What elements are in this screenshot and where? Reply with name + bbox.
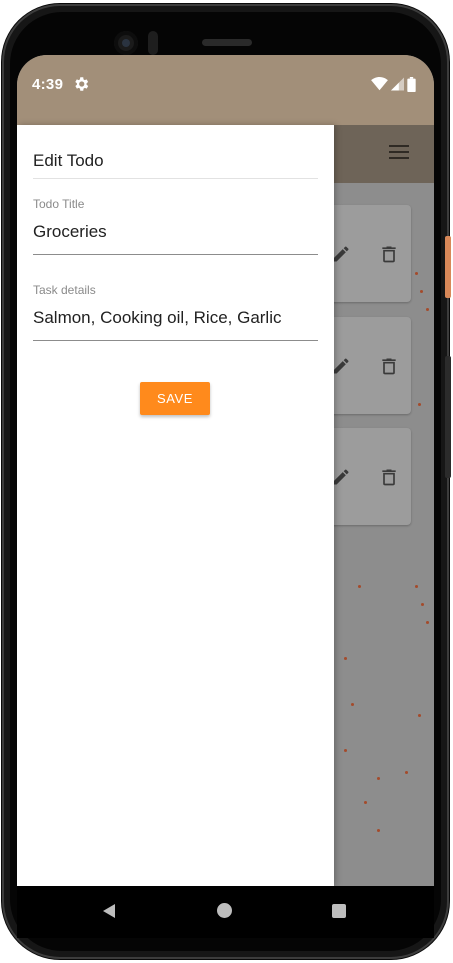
gear-icon — [75, 77, 89, 91]
background-speckle — [405, 771, 408, 774]
sensor — [148, 31, 158, 55]
home-icon[interactable] — [217, 903, 232, 918]
todo-title-label: Todo Title — [33, 197, 85, 211]
background-speckle — [415, 585, 418, 588]
background-speckle — [358, 585, 361, 588]
edit-icon[interactable] — [331, 355, 351, 377]
todo-title-underline — [33, 254, 318, 255]
background-speckle — [344, 657, 347, 660]
background-speckle — [377, 777, 380, 780]
front-camera — [114, 31, 138, 55]
background-speckle — [377, 829, 380, 832]
screen: 4:39 Edit Todo Todo Title Groceries Task… — [17, 55, 434, 886]
delete-icon[interactable] — [379, 243, 399, 265]
task-details-input[interactable]: Salmon, Cooking oil, Rice, Garlic — [33, 308, 281, 328]
edit-icon[interactable] — [331, 243, 351, 265]
recents-icon[interactable] — [332, 904, 346, 918]
background-speckle — [418, 714, 421, 717]
background-speckle — [351, 703, 354, 706]
status-bar: 4:39 — [17, 55, 434, 125]
menu-icon[interactable] — [389, 145, 409, 161]
background-speckle — [418, 403, 421, 406]
navigation-bar — [17, 886, 434, 938]
volume-button — [445, 356, 451, 478]
power-button — [445, 236, 451, 298]
save-button[interactable]: SAVE — [140, 382, 210, 415]
back-icon[interactable] — [101, 903, 117, 919]
edit-icon[interactable] — [331, 466, 351, 488]
background-speckle — [415, 272, 418, 275]
background-speckle — [420, 290, 423, 293]
delete-icon[interactable] — [379, 466, 399, 488]
edit-todo-drawer: Edit Todo Todo Title Groceries Task deta… — [17, 125, 334, 886]
background-speckle — [426, 621, 429, 624]
wifi-icon — [371, 77, 388, 91]
delete-icon[interactable] — [379, 355, 399, 377]
battery-icon — [407, 76, 416, 92]
earpiece-speaker — [202, 39, 252, 46]
status-icons — [371, 76, 416, 92]
todo-title-input[interactable]: Groceries — [33, 222, 107, 242]
background-speckle — [344, 749, 347, 752]
task-details-underline — [33, 340, 318, 341]
task-details-label: Task details — [33, 283, 96, 297]
background-speckle — [421, 603, 424, 606]
background-speckle — [426, 308, 429, 311]
title-divider — [33, 178, 318, 179]
status-time: 4:39 — [32, 76, 64, 93]
drawer-title: Edit Todo — [33, 151, 104, 170]
background-speckle — [364, 801, 367, 804]
cell-signal-icon — [391, 77, 404, 91]
